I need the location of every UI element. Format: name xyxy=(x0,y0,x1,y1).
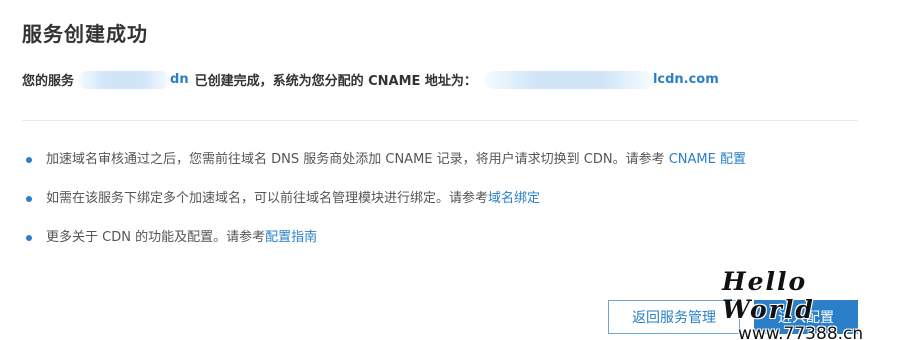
tip-text: 如需在该服务下绑定多个加速域名，可以前往域名管理模块进行绑定。请参考 xyxy=(46,191,489,206)
bullet-dot-icon xyxy=(26,235,32,241)
result-prefix: 您的服务 xyxy=(22,74,75,89)
section-divider xyxy=(22,120,858,121)
redacted-cname xyxy=(484,70,653,89)
tip-item: 更多关于 CDN 的功能及配置。请参考配置指南 xyxy=(26,228,746,248)
domain-binding-link[interactable]: 域名绑定 xyxy=(488,191,540,206)
back-to-service-management-button[interactable]: 返回服务管理 xyxy=(608,300,740,334)
tips-list: 加速域名审核通过之后，您需前往域名 DNS 服务商处添加 CNAME 记录，将用… xyxy=(26,150,746,267)
bullet-dot-icon xyxy=(26,157,32,163)
result-message: 您的服务 dn 已创建完成，系统为您分配的 CNAME 地址为： lcdn.co… xyxy=(22,70,719,89)
config-guide-link[interactable]: 配置指南 xyxy=(265,230,317,245)
tip-item: 加速域名审核通过之后，您需前往域名 DNS 服务商处添加 CNAME 记录，将用… xyxy=(26,150,746,170)
cname-address-link[interactable]: lcdn.com xyxy=(653,72,719,87)
cname-config-link[interactable]: CNAME 配置 xyxy=(669,152,746,167)
service-name-link[interactable]: dn xyxy=(170,72,189,87)
tip-text: 加速域名审核通过之后，您需前往域名 DNS 服务商处添加 CNAME 记录，将用… xyxy=(46,152,669,167)
enter-config-button[interactable]: 进入配置 xyxy=(754,300,858,334)
result-middle-text: 已创建完成，系统为您分配的 CNAME 地址为： xyxy=(194,74,477,89)
redacted-service-name xyxy=(78,70,171,89)
page-title: 服务创建成功 xyxy=(22,22,148,46)
tip-text: 更多关于 CDN 的功能及配置。请参考 xyxy=(46,230,266,245)
tip-item: 如需在该服务下绑定多个加速域名，可以前往域名管理模块进行绑定。请参考域名绑定 xyxy=(26,189,746,209)
bullet-dot-icon xyxy=(26,196,32,202)
service-created-page: 服务创建成功 您的服务 dn 已创建完成，系统为您分配的 CNAME 地址为： … xyxy=(0,0,906,340)
